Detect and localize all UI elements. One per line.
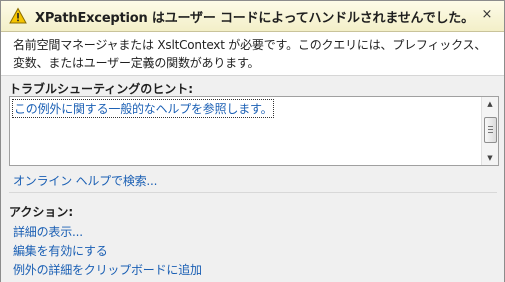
hints-scrollbar[interactable]: ▲ ▼ bbox=[481, 97, 498, 165]
close-button[interactable]: × bbox=[478, 6, 496, 24]
scroll-up-arrow-icon[interactable]: ▲ bbox=[482, 97, 498, 111]
online-help-link[interactable]: オンライン ヘルプで検索... bbox=[13, 172, 157, 189]
exception-assistant-dialog: XPathException はユーザー コードによってハンドルされませんでした… bbox=[0, 0, 505, 282]
assistant-body: トラブルシューティングのヒント: この例外に関する一般的なヘルプを参照します。 … bbox=[1, 75, 504, 282]
actions-heading: アクション: bbox=[9, 205, 74, 219]
view-detail-link[interactable]: 詳細の表示... bbox=[13, 223, 83, 240]
enable-editing-link[interactable]: 編集を有効にする bbox=[13, 242, 108, 259]
scroll-thumb[interactable] bbox=[484, 117, 497, 143]
dialog-title: XPathException はユーザー コードによってハンドルされませんでした… bbox=[35, 11, 474, 26]
warning-triangle-icon bbox=[9, 7, 27, 25]
hint-link-general-help[interactable]: この例外に関する一般的なヘルプを参照します。 bbox=[12, 99, 275, 118]
section-divider bbox=[9, 192, 497, 193]
troubleshooting-list[interactable]: この例外に関する一般的なヘルプを参照します。 ▲ ▼ bbox=[9, 96, 499, 166]
exception-message: 名前空間マネージャまたは XsltContext が必要です。このクエリには、プ… bbox=[13, 38, 487, 70]
title-bar: XPathException はユーザー コードによってハンドルされませんでした… bbox=[1, 1, 504, 32]
scroll-down-arrow-icon[interactable]: ▼ bbox=[482, 151, 498, 165]
copy-exception-detail-link[interactable]: 例外の詳細をクリップボードに追加 bbox=[13, 261, 202, 278]
troubleshooting-heading: トラブルシューティングのヒント: bbox=[9, 82, 194, 96]
